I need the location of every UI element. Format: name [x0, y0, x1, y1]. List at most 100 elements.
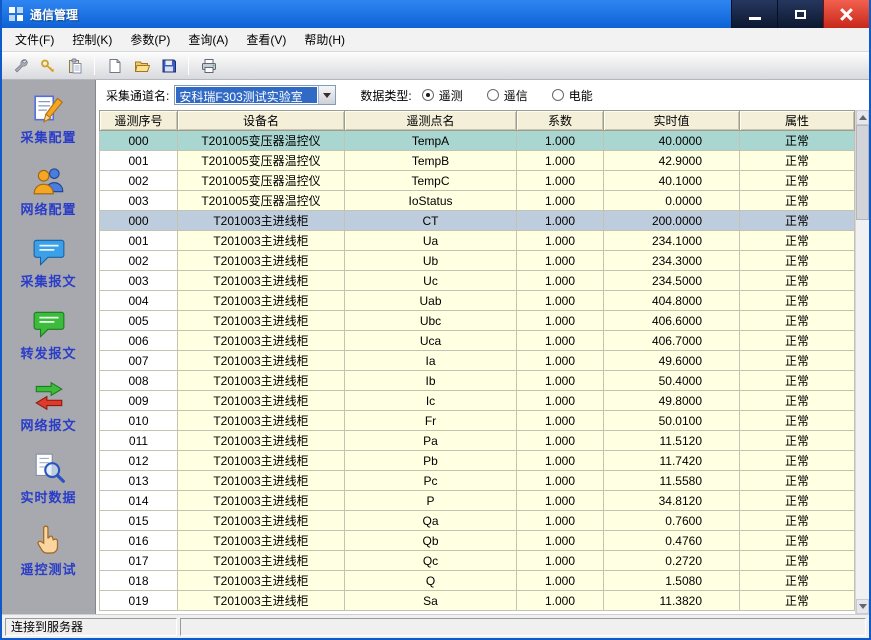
sidebar-item-remote-test[interactable]: 遥控测试 — [7, 520, 91, 581]
table-row[interactable]: 017T201003主进线柜Qc1.0000.2720正常 — [100, 551, 855, 571]
scrollbar-thumb[interactable] — [856, 125, 869, 220]
menu-item[interactable]: 查看(V) — [237, 27, 295, 52]
table-row[interactable]: 012T201003主进线柜Pb1.00011.7420正常 — [100, 451, 855, 471]
cell: T201003主进线柜 — [178, 231, 345, 251]
cell: 200.0000 — [604, 211, 740, 231]
close-button[interactable] — [823, 0, 869, 28]
close-icon — [840, 8, 853, 21]
cell: 1.000 — [517, 351, 604, 371]
table-row[interactable]: 013T201003主进线柜Pc1.00011.5580正常 — [100, 471, 855, 491]
cell: Ubc — [345, 311, 517, 331]
sidebar-item-realtime-data[interactable]: 实时数据 — [7, 448, 91, 509]
column-header[interactable]: 遥测点名 — [345, 111, 517, 131]
menu-item[interactable]: 帮助(H) — [295, 27, 354, 52]
print-icon — [201, 58, 217, 74]
cell: 0.2720 — [604, 551, 740, 571]
clipboard-button[interactable] — [62, 54, 87, 77]
wrench-button[interactable] — [8, 54, 33, 77]
column-header[interactable]: 实时值 — [604, 111, 740, 131]
cell: 000 — [100, 131, 178, 151]
table-row[interactable]: 005T201003主进线柜Ubc1.000406.6000正常 — [100, 311, 855, 331]
cell: 1.000 — [517, 471, 604, 491]
cell: 正常 — [740, 351, 855, 371]
radio-电能[interactable]: 电能 — [552, 87, 593, 104]
column-header[interactable]: 设备名 — [178, 111, 345, 131]
column-header[interactable]: 属性 — [740, 111, 855, 131]
table-row[interactable]: 000T201005变压器温控仪TempA1.00040.0000正常 — [100, 131, 855, 151]
table-row[interactable]: 004T201003主进线柜Uab1.000404.8000正常 — [100, 291, 855, 311]
cell: 1.000 — [517, 531, 604, 551]
radio-遥信[interactable]: 遥信 — [487, 87, 528, 104]
cell: T201003主进线柜 — [178, 251, 345, 271]
table-row[interactable]: 010T201003主进线柜Fr1.00050.0100正常 — [100, 411, 855, 431]
sidebar-item-network-config[interactable]: 网络配置 — [7, 160, 91, 221]
open-button[interactable] — [129, 54, 154, 77]
table-row[interactable]: 015T201003主进线柜Qa1.0000.7600正常 — [100, 511, 855, 531]
radio-遥测[interactable]: 遥测 — [422, 87, 463, 104]
table-row[interactable]: 003T201005变压器温控仪IoStatus1.0000.0000正常 — [100, 191, 855, 211]
minimize-button[interactable] — [731, 0, 777, 28]
table-row[interactable]: 001T201005变压器温控仪TempB1.00042.9000正常 — [100, 151, 855, 171]
cell: 1.5080 — [604, 571, 740, 591]
menu-item[interactable]: 查询(A) — [179, 27, 237, 52]
cell: 11.3820 — [604, 591, 740, 611]
print-button[interactable] — [196, 54, 221, 77]
vertical-scrollbar[interactable] — [855, 110, 869, 614]
table-row[interactable]: 014T201003主进线柜P1.00034.8120正常 — [100, 491, 855, 511]
data-type-group: 遥测 遥信 电能 — [422, 87, 617, 104]
cell: 正常 — [740, 331, 855, 351]
new-button[interactable] — [102, 54, 127, 77]
cell: Pc — [345, 471, 517, 491]
sidebar-item-network-message[interactable]: 网络报文 — [7, 376, 91, 437]
key-button[interactable] — [35, 54, 60, 77]
table-row[interactable]: 001T201003主进线柜Ua1.000234.1000正常 — [100, 231, 855, 251]
cell: 正常 — [740, 471, 855, 491]
cell: 404.8000 — [604, 291, 740, 311]
channel-row: 采集通道名: 安科瑞F303测试实验室 数据类型: 遥测遥信电能 — [96, 80, 869, 110]
arrow-down-icon — [859, 604, 867, 609]
table-row[interactable]: 006T201003主进线柜Uca1.000406.7000正常 — [100, 331, 855, 351]
radio-icon — [487, 89, 499, 101]
table-row[interactable]: 019T201003主进线柜Sa1.00011.3820正常 — [100, 591, 855, 611]
sidebar-item-label: 网络报文 — [20, 415, 76, 434]
main-panel: 采集通道名: 安科瑞F303测试实验室 数据类型: 遥测遥信电能 遥测序号设备 — [96, 80, 869, 614]
new-icon — [107, 58, 123, 74]
table-row[interactable]: 009T201003主进线柜Ic1.00049.8000正常 — [100, 391, 855, 411]
table-row[interactable]: 016T201003主进线柜Qb1.0000.4760正常 — [100, 531, 855, 551]
sidebar-item-collect-message[interactable]: 采集报文 — [7, 232, 91, 293]
column-header[interactable]: 系数 — [517, 111, 604, 131]
save-button[interactable] — [156, 54, 181, 77]
scroll-down-button[interactable] — [856, 599, 869, 614]
sidebar-item-label: 实时数据 — [20, 487, 76, 506]
table-row[interactable]: 002T201005变压器温控仪TempC1.00040.1000正常 — [100, 171, 855, 191]
cell: 1.000 — [517, 271, 604, 291]
table-row[interactable]: 002T201003主进线柜Ub1.000234.3000正常 — [100, 251, 855, 271]
cell: 1.000 — [517, 391, 604, 411]
cell: 1.000 — [517, 311, 604, 331]
radio-icon — [422, 89, 434, 101]
table-row[interactable]: 008T201003主进线柜Ib1.00050.4000正常 — [100, 371, 855, 391]
table-row[interactable]: 003T201003主进线柜Uc1.000234.5000正常 — [100, 271, 855, 291]
menu-item[interactable]: 参数(P) — [121, 27, 179, 52]
table-row[interactable]: 011T201003主进线柜Pa1.00011.5120正常 — [100, 431, 855, 451]
menu-item[interactable]: 控制(K) — [63, 27, 121, 52]
scroll-up-button[interactable] — [856, 110, 869, 125]
sidebar-item-label: 遥控测试 — [20, 559, 76, 578]
cell: T201003主进线柜 — [178, 331, 345, 351]
cell: 234.1000 — [604, 231, 740, 251]
channel-combobox[interactable]: 安科瑞F303测试实验室 — [174, 85, 336, 105]
menu-item[interactable]: 文件(F) — [6, 27, 63, 52]
column-header[interactable]: 遥测序号 — [100, 111, 178, 131]
table-row[interactable]: 018T201003主进线柜Q1.0001.5080正常 — [100, 571, 855, 591]
cell: T201003主进线柜 — [178, 451, 345, 471]
cell: 009 — [100, 391, 178, 411]
maximize-button[interactable] — [777, 0, 823, 28]
cell: 002 — [100, 251, 178, 271]
table-row[interactable]: 007T201003主进线柜Ia1.00049.6000正常 — [100, 351, 855, 371]
sidebar-item-forward-message[interactable]: 转发报文 — [7, 304, 91, 365]
cell: T201003主进线柜 — [178, 591, 345, 611]
cell: 正常 — [740, 491, 855, 511]
sidebar-item-collect-config[interactable]: 采集配置 — [7, 88, 91, 149]
combobox-dropdown-button[interactable] — [318, 86, 335, 104]
table-row[interactable]: 000T201003主进线柜CT1.000200.0000正常 — [100, 211, 855, 231]
